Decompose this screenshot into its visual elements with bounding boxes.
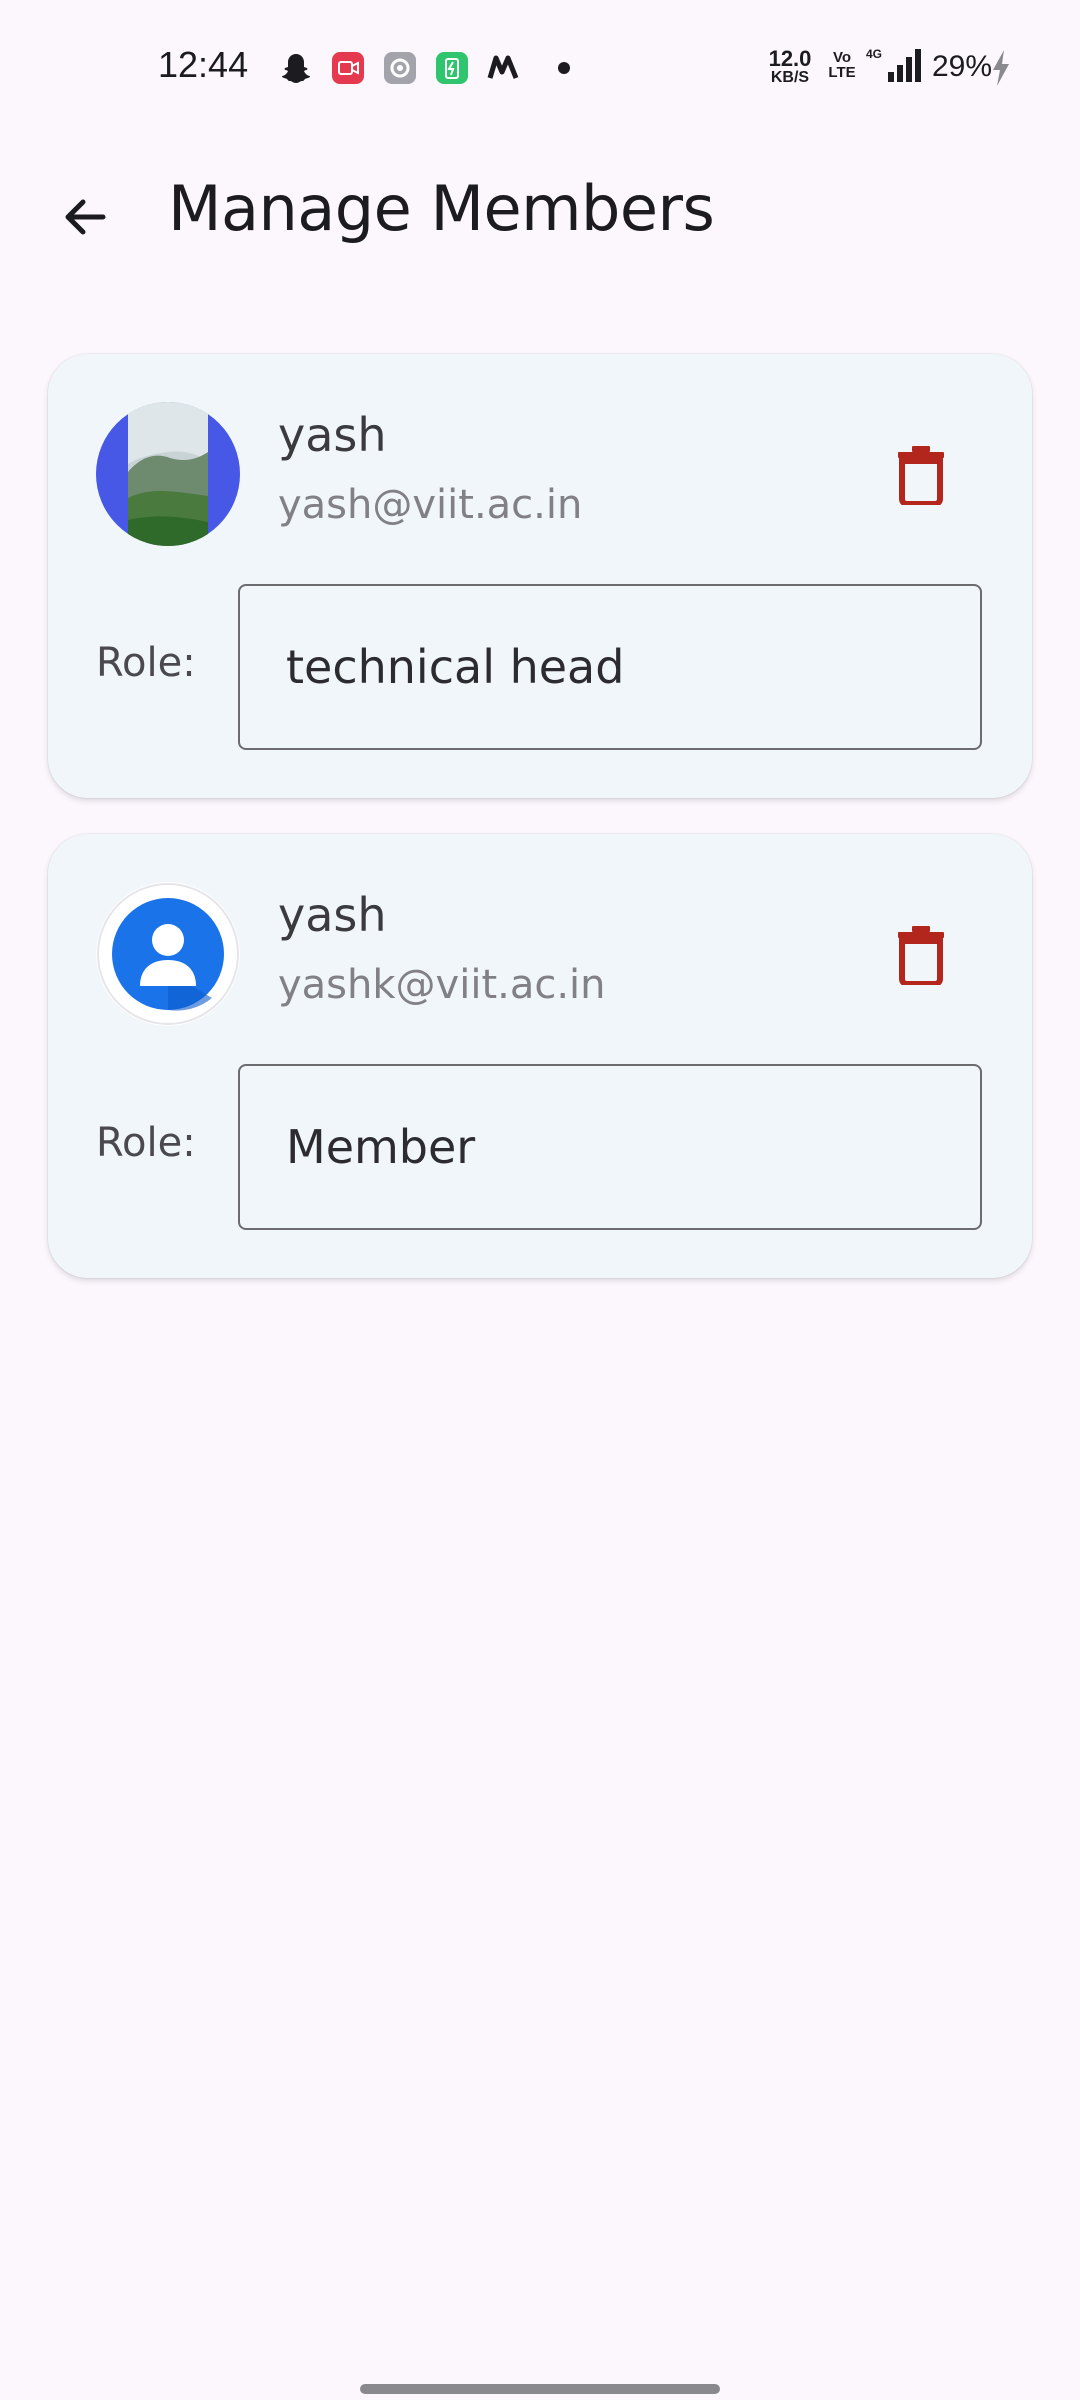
role-label: Role: [96, 1120, 196, 1166]
member-avatar [96, 882, 240, 1026]
network-speed: 12.0 KB/S [768, 46, 812, 86]
role-label: Role: [96, 640, 196, 686]
volte-indicator: Vo LTE [828, 49, 856, 81]
charging-bolt-icon [993, 50, 1009, 86]
photo-avatar-icon [96, 402, 240, 546]
signal-icon: 4G [866, 47, 921, 82]
member-name: yash [278, 888, 387, 942]
gesture-navigation-bar[interactable] [360, 2384, 720, 2394]
trash-icon [898, 926, 944, 985]
m-app-icon [486, 50, 522, 86]
delete-member-button[interactable] [878, 912, 964, 998]
screen-record-icon [330, 50, 366, 86]
app-bar: Manage Members [0, 150, 1080, 270]
member-email: yash@viit.ac.in [278, 482, 583, 528]
snapchat-icon [278, 50, 314, 86]
page-title: Manage Members [168, 172, 715, 245]
trash-icon [898, 446, 944, 505]
member-card: yash yashk@viit.ac.in Role: [48, 834, 1032, 1278]
role-input[interactable] [238, 1064, 982, 1230]
arrow-back-icon [65, 199, 106, 235]
role-input[interactable] [238, 584, 982, 750]
default-person-avatar-icon [96, 882, 240, 1026]
status-time: 12:44 [158, 44, 249, 85]
member-email: yashk@viit.ac.in [278, 962, 606, 1008]
network-type-label: 4G [866, 47, 882, 61]
battery-percentage: 29% [932, 50, 993, 83]
member-card: yash yash@viit.ac.in Role: [48, 354, 1032, 798]
delete-member-button[interactable] [878, 432, 964, 518]
status-bar: 12:44 12.0 KB/S Vo LTE 4G 29% [0, 0, 1080, 136]
member-avatar [96, 402, 240, 546]
battery-saver-icon [434, 50, 470, 86]
dot-icon [546, 50, 582, 86]
member-name: yash [278, 408, 387, 462]
settings-icon [382, 50, 418, 86]
back-button[interactable] [42, 174, 128, 260]
